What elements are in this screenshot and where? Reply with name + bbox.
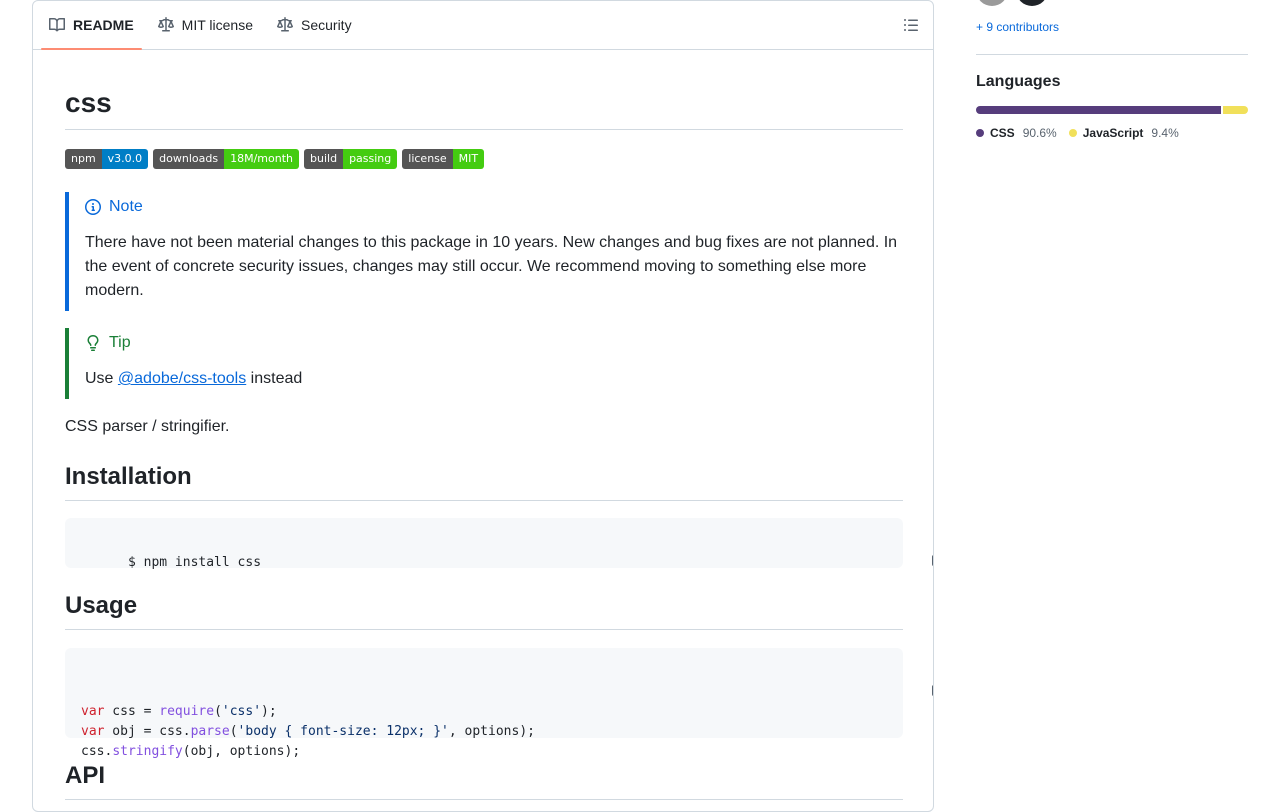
installation-code-block: $ npm install css (65, 518, 933, 570)
badge-label: npm (65, 149, 102, 169)
usage-heading: Usage (65, 591, 903, 630)
description-text: CSS parser / stringifier. (65, 418, 230, 435)
readme-tabbar: README MIT license Security (33, 1, 933, 50)
law-icon (157, 17, 174, 32)
language-bar-segment (1222, 106, 1248, 114)
api-heading: API (65, 761, 903, 800)
tab-readme[interactable]: README (41, 1, 142, 50)
downloads-badge[interactable]: downloads 18M/month (153, 149, 299, 169)
avatar[interactable] (1016, 0, 1048, 6)
sidebar-divider (976, 54, 1248, 55)
tip-title-label: Tip (109, 334, 131, 351)
installation-heading: Installation (65, 462, 903, 501)
badge-value: passing (343, 149, 398, 169)
tip-text: Use @adobe/css-tools instead (85, 367, 907, 391)
tip-callout: Tip Use @adobe/css-tools instead (65, 328, 907, 399)
readme-panel: README MIT license Security css npm v3.0… (32, 0, 934, 812)
info-icon (85, 199, 101, 215)
light-bulb-icon (87, 335, 99, 351)
tab-readme-label: README (73, 17, 134, 33)
more-contributors-link[interactable]: + 9 contributors (976, 20, 1059, 34)
usage-code: var css = require('css'); var obj = css.p… (81, 702, 887, 762)
tip-prefix: Use (85, 370, 118, 387)
note-title-label: Note (109, 198, 143, 215)
adobe-css-tools-link[interactable]: @adobe/css-tools (118, 370, 246, 387)
tab-security[interactable]: Security (269, 1, 360, 49)
code-line: var css = require('css'); (81, 704, 277, 719)
language-item-css[interactable]: CSS 90.6% (976, 126, 1057, 140)
book-icon (49, 17, 65, 32)
list-unordered-icon (904, 19, 918, 31)
badge-label: build (304, 149, 344, 169)
badge-label: downloads (153, 149, 225, 169)
copy-button[interactable] (869, 660, 933, 696)
badge-value: v3.0.0 (101, 149, 149, 169)
tip-title: Tip (85, 328, 907, 355)
outline-button[interactable] (899, 13, 923, 37)
usage-code-block: var css = require('css'); var obj = css.p… (65, 648, 933, 759)
copy-button[interactable] (869, 530, 933, 566)
tip-suffix: instead (246, 370, 303, 387)
readme-title: css (65, 87, 903, 130)
language-bar (976, 106, 1248, 114)
badge-value: MIT (452, 149, 485, 169)
avatar[interactable] (976, 0, 1008, 6)
language-percent: 9.4% (1151, 126, 1179, 140)
law-icon (277, 17, 293, 32)
tab-mit-license-label: MIT license (181, 17, 253, 33)
badge-row: npm v3.0.0 downloads 18M/month build pas… (65, 149, 485, 169)
languages-heading: Languages (976, 73, 1061, 90)
note-title: Note (85, 192, 907, 219)
badge-value: 18M/month (224, 149, 299, 169)
installation-code: $ npm install css (127, 555, 262, 570)
note-text: There have not been material changes to … (85, 234, 898, 299)
copy-icon (931, 685, 933, 696)
code-line: var obj = css.parse('body { font-size: 1… (81, 724, 535, 739)
code-line: css.stringify(obj, options); (81, 744, 301, 759)
language-list: CSS 90.6% JavaScript 9.4% (976, 126, 1179, 140)
npm-badge[interactable]: npm v3.0.0 (65, 149, 149, 169)
build-badge[interactable]: build passing (304, 149, 398, 169)
language-name: JavaScript (1082, 126, 1144, 140)
language-percent: 90.6% (1022, 126, 1057, 140)
copy-icon (931, 555, 933, 566)
badge-label: license (402, 149, 453, 169)
license-badge[interactable]: license MIT (402, 149, 485, 169)
language-color-dot (1068, 129, 1077, 137)
tab-mit-license[interactable]: MIT license (150, 1, 261, 49)
language-item-javascript[interactable]: JavaScript 9.4% (1068, 126, 1179, 140)
language-bar-segment (976, 106, 1221, 114)
tab-security-label: Security (301, 17, 352, 33)
language-color-dot (976, 129, 984, 137)
language-name: CSS (990, 126, 1015, 140)
note-callout: Note There have not been material change… (65, 192, 907, 311)
